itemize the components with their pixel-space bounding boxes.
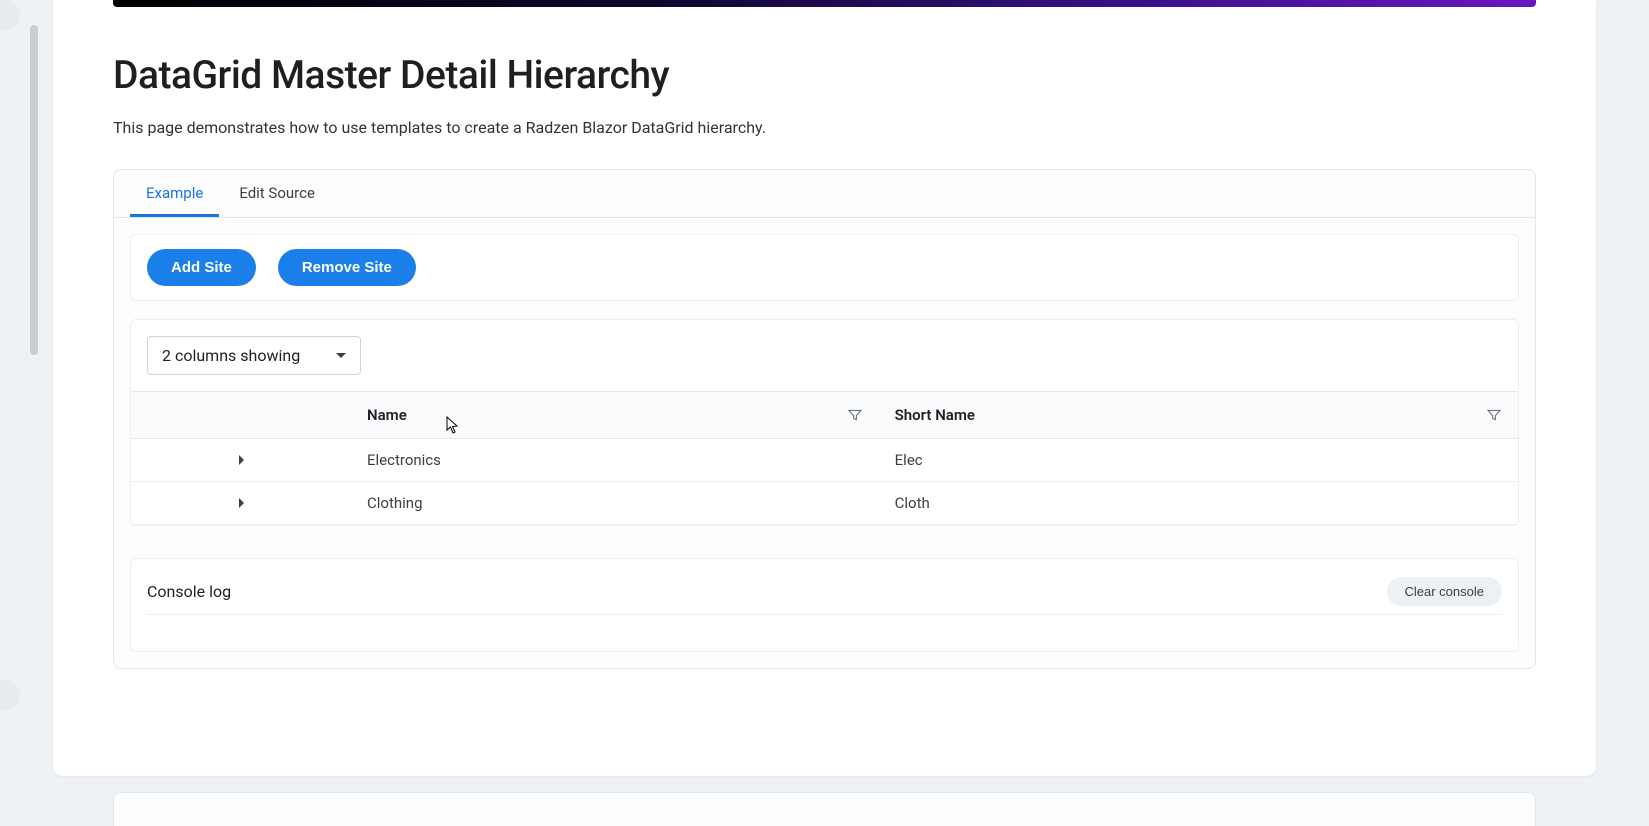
cell-short-name: Elec xyxy=(879,439,1518,482)
columns-dropdown-label: 2 columns showing xyxy=(162,346,300,365)
tab-example[interactable]: Example xyxy=(130,170,219,217)
add-site-button[interactable]: Add Site xyxy=(147,249,256,286)
datagrid: Name Short Name xyxy=(131,391,1518,525)
caret-down-icon xyxy=(336,353,346,358)
tab-edit-source[interactable]: Edit Source xyxy=(223,170,331,217)
columns-dropdown[interactable]: 2 columns showing xyxy=(147,336,361,375)
column-name-label: Name xyxy=(367,406,407,424)
accent-strip xyxy=(113,0,1536,7)
button-row: Add Site Remove Site xyxy=(130,234,1519,301)
column-short-name[interactable]: Short Name xyxy=(879,392,1518,439)
column-short-name-label: Short Name xyxy=(895,406,975,424)
page-description: This page demonstrates how to use templa… xyxy=(113,118,1536,137)
scrollbar-thumb[interactable] xyxy=(30,25,38,355)
cell-short-name: Cloth xyxy=(879,482,1518,525)
column-expand xyxy=(131,392,351,439)
decorative-bubble xyxy=(0,0,20,30)
next-section-peek xyxy=(113,792,1536,826)
decorative-bubble xyxy=(0,680,20,710)
expand-row-icon[interactable] xyxy=(239,455,244,465)
expand-row-icon[interactable] xyxy=(239,498,244,508)
left-gutter xyxy=(0,0,25,826)
remove-site-button[interactable]: Remove Site xyxy=(278,249,416,286)
demo-panel: Example Edit Source Add Site Remove Site… xyxy=(113,169,1536,669)
console-title: Console log xyxy=(147,582,231,601)
datagrid-panel: 2 columns showing Name xyxy=(130,319,1519,526)
cell-name: Electronics xyxy=(351,439,879,482)
filter-icon[interactable] xyxy=(1486,407,1502,423)
page-title: DataGrid Master Detail Hierarchy xyxy=(113,52,1536,98)
table-row[interactable]: Clothing Cloth xyxy=(131,482,1518,525)
main-card: DataGrid Master Detail Hierarchy This pa… xyxy=(53,0,1596,776)
clear-console-button[interactable]: Clear console xyxy=(1387,577,1503,606)
column-name[interactable]: Name xyxy=(351,392,879,439)
filter-icon[interactable] xyxy=(847,407,863,423)
tab-body: Add Site Remove Site 2 columns showing xyxy=(114,218,1535,668)
console-panel: Console log Clear console xyxy=(130,558,1519,652)
cell-name: Clothing xyxy=(351,482,879,525)
tabs: Example Edit Source xyxy=(114,170,1535,218)
table-row[interactable]: Electronics Elec xyxy=(131,439,1518,482)
